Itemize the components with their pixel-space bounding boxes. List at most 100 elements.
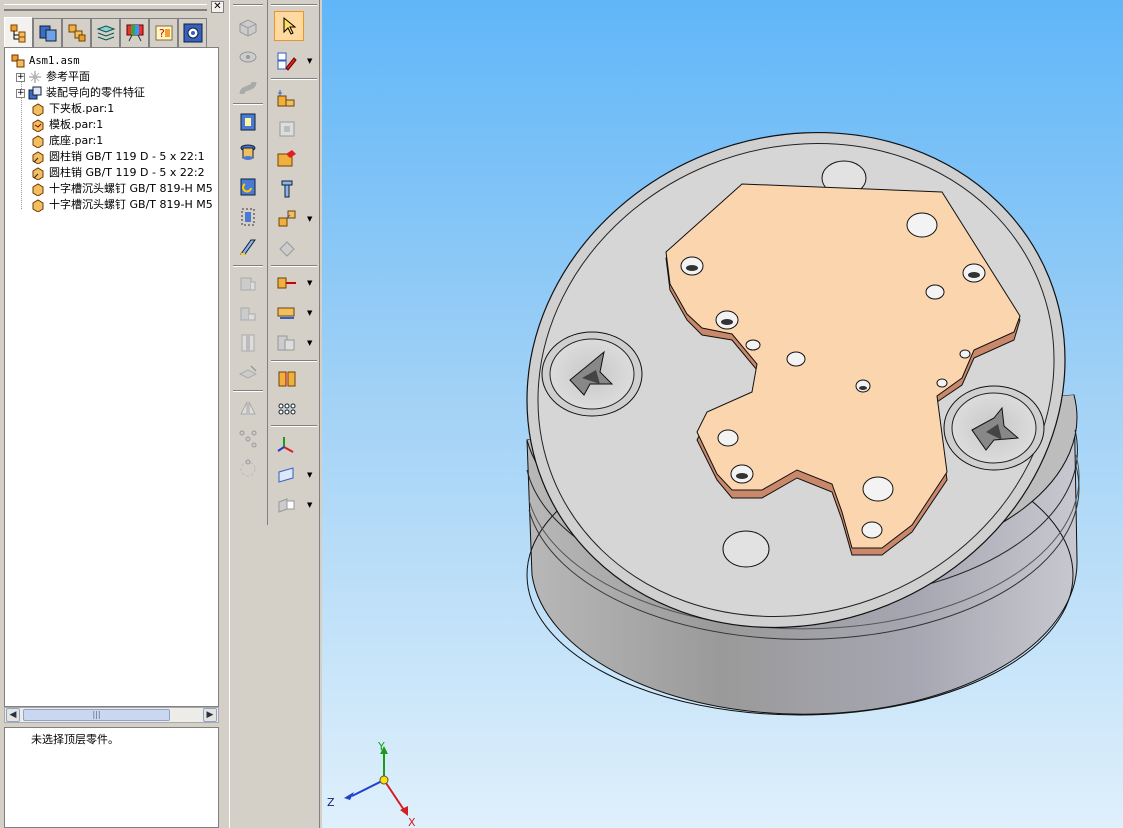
tree-item-label: 圆柱销 GB/T 119 D - 5 x 22:1 xyxy=(49,150,205,163)
array-icon xyxy=(278,403,296,415)
assembly-tree-icon xyxy=(10,24,25,42)
countersunk-screw[interactable] xyxy=(541,331,643,417)
layers-icon xyxy=(96,25,115,41)
pin-icon xyxy=(31,150,45,164)
status-message: 未选择顶层零件。 xyxy=(31,733,119,746)
pattern-icon[interactable] xyxy=(235,426,261,452)
tab-settings[interactable] xyxy=(178,18,207,47)
lip-icon[interactable] xyxy=(235,330,261,356)
dropdown-arrow-icon[interactable]: ▼ xyxy=(307,57,315,65)
status-message-box: 未选择顶层零件。 xyxy=(4,727,219,828)
sketch-layout-button[interactable] xyxy=(274,48,300,74)
tab-view-style[interactable] xyxy=(120,18,149,47)
tab-assembly-tree[interactable] xyxy=(4,17,33,47)
pattern-assembly-button[interactable] xyxy=(274,396,300,422)
tab-layers[interactable] xyxy=(91,18,120,47)
replace-part-button[interactable] xyxy=(274,146,300,172)
expand-button[interactable]: + xyxy=(16,72,25,82)
align-button[interactable] xyxy=(274,300,300,326)
screw-icon xyxy=(31,182,45,196)
scroll-right-button[interactable]: ▶ xyxy=(203,708,217,722)
tree-item-part[interactable]: 十字槽沉头螺钉 GB/T 819-H M5 xyxy=(31,197,213,213)
graphics-viewport[interactable]: Y X Z xyxy=(322,0,1123,828)
interference-button[interactable] xyxy=(274,330,300,356)
tree-item-part[interactable]: 底座.par:1 xyxy=(31,133,103,149)
coordinate-system-button[interactable] xyxy=(274,431,300,457)
tree-item-part[interactable]: 模板.par:1 xyxy=(31,117,103,133)
tab-assembly-parts[interactable] xyxy=(62,18,91,47)
tree-item-label: 十字槽沉头螺钉 GB/T 819-H M5 xyxy=(49,182,213,195)
web-network-icon[interactable] xyxy=(235,300,261,326)
tree-item-label: 参考平面 xyxy=(46,70,90,83)
countersunk-screw[interactable] xyxy=(943,385,1045,471)
tree-item-part[interactable]: 圆柱销 GB/T 119 D - 5 x 22:2 xyxy=(31,165,205,181)
revolved-cutout-icon[interactable] xyxy=(235,174,261,200)
settings-icon xyxy=(183,23,202,43)
tree-item-reference-planes[interactable]: + 参考平面 xyxy=(16,69,90,85)
feature-tree[interactable]: Asm1.asm + 参考平面 + 装配导向的零件特征 下夹板.par:1 模板… xyxy=(4,47,219,707)
tree-item-assembly-features[interactable]: + 装配导向的零件特征 xyxy=(16,85,145,101)
app-window: ✕ ? Asm1.asm + 参考平面 + 装配导向的零件特征 下夹板.par:… xyxy=(0,0,1123,828)
expand-button[interactable]: + xyxy=(16,88,25,98)
dropdown-arrow-icon[interactable]: ▼ xyxy=(307,215,315,223)
dropdown-arrow-icon[interactable]: ▼ xyxy=(307,501,315,509)
sheet-metal-button[interactable] xyxy=(274,366,300,392)
y-axis-label: Y xyxy=(378,740,385,753)
dropdown-arrow-icon[interactable]: ▼ xyxy=(307,279,315,287)
explode-button[interactable] xyxy=(274,206,300,232)
assembly-feature-icon xyxy=(28,86,42,100)
sweep-icon[interactable] xyxy=(235,74,261,100)
component-display-button[interactable] xyxy=(274,492,300,518)
tree-item-part[interactable]: 十字槽沉头螺钉 GB/T 819-H M5 xyxy=(31,181,213,197)
assembly-model[interactable] xyxy=(322,0,1123,828)
rib-icon[interactable] xyxy=(235,270,261,296)
align-icon xyxy=(277,307,295,319)
pane-grip-line xyxy=(4,8,207,11)
pane-tabs: ? xyxy=(4,17,207,47)
select-tool-button[interactable] xyxy=(274,11,304,41)
protrusion-icon[interactable] xyxy=(235,14,261,40)
tree-item-label: 模板.par:1 xyxy=(49,118,104,131)
assembly-toolbar: ▼ ▼ ▼ ▼ ▼ ▼ ▼ xyxy=(267,0,319,525)
dropdown-arrow-icon[interactable]: ▼ xyxy=(307,471,315,479)
parts-library-icon xyxy=(39,25,56,42)
scroll-thumb[interactable]: ||| xyxy=(23,709,170,721)
dropdown-arrow-icon[interactable]: ▼ xyxy=(307,339,315,347)
tree-horizontal-scrollbar[interactable]: ◀ ||| ▶ xyxy=(4,707,219,723)
vent-icon[interactable] xyxy=(235,360,261,386)
assembly-icon xyxy=(11,54,25,68)
plane-button[interactable] xyxy=(274,462,300,488)
mirror-icon[interactable] xyxy=(235,396,261,422)
tree-root[interactable]: Asm1.asm xyxy=(11,53,80,69)
interference-icon xyxy=(277,335,295,351)
view-style-icon xyxy=(126,24,143,42)
insert-component-button[interactable] xyxy=(274,116,300,142)
book-icon xyxy=(278,371,296,387)
scroll-left-button[interactable]: ◀ xyxy=(6,708,20,722)
plane-icon xyxy=(278,467,294,483)
part-icon xyxy=(31,118,45,132)
revolve-icon[interactable] xyxy=(235,44,261,70)
pane-close-button[interactable]: ✕ xyxy=(211,1,224,13)
feature-edit-button[interactable] xyxy=(274,236,300,262)
relationship-button[interactable] xyxy=(274,270,300,296)
tree-item-part[interactable]: 圆柱销 GB/T 119 D - 5 x 22:1 xyxy=(31,149,205,165)
tree-item-part[interactable]: 下夹板.par:1 xyxy=(31,101,114,117)
tab-parts-library[interactable] xyxy=(33,18,62,47)
cutout-icon[interactable] xyxy=(235,109,261,135)
fastener-button[interactable] xyxy=(274,176,300,202)
part-icon xyxy=(31,134,45,148)
hole-icon[interactable] xyxy=(235,139,261,165)
draft-icon[interactable] xyxy=(235,234,261,260)
toolbar-separator xyxy=(271,360,317,362)
tab-properties[interactable]: ? xyxy=(149,18,178,47)
circular-pattern-icon[interactable] xyxy=(235,456,261,482)
tree-item-label: 十字槽沉头螺钉 GB/T 819-H M5 xyxy=(49,198,213,211)
place-part-button[interactable] xyxy=(274,86,300,112)
dropdown-arrow-icon[interactable]: ▼ xyxy=(307,309,315,317)
toolbar-grip xyxy=(271,4,317,6)
arrow-cursor-icon xyxy=(283,16,297,35)
thread-icon[interactable] xyxy=(235,204,261,230)
svg-text:?: ? xyxy=(159,27,165,40)
toolbar-separator xyxy=(233,103,263,105)
